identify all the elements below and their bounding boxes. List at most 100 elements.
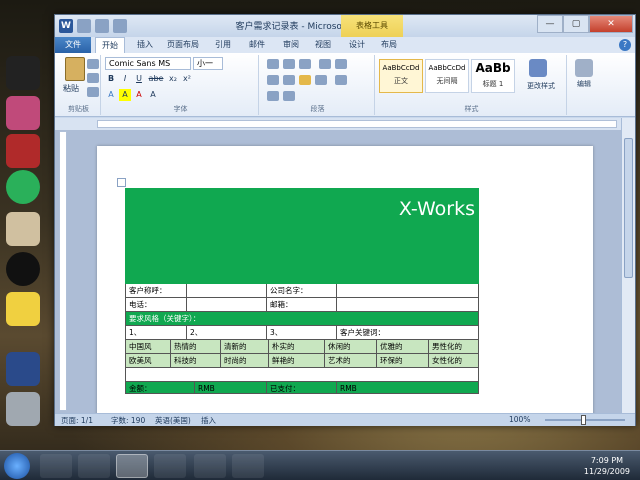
table-move-handle[interactable] xyxy=(117,178,126,187)
cut-icon[interactable] xyxy=(87,59,99,69)
tab-page-layout[interactable]: 页面布局 xyxy=(163,37,203,53)
find-icon[interactable] xyxy=(575,59,593,77)
increase-indent-icon[interactable] xyxy=(335,59,347,69)
align-left-icon[interactable] xyxy=(267,75,279,85)
undo-icon[interactable] xyxy=(95,19,109,33)
word-logo-icon[interactable]: W xyxy=(59,19,73,33)
horizontal-ruler[interactable] xyxy=(97,120,617,128)
redo-icon[interactable] xyxy=(113,19,127,33)
style-option[interactable]: 女性化的 xyxy=(429,354,479,367)
taskbar-media-player[interactable] xyxy=(40,454,72,478)
tab-mailings[interactable]: 邮件 xyxy=(243,37,271,53)
language-indicator[interactable]: 英语(美国) xyxy=(155,415,191,426)
underline-button[interactable]: U xyxy=(133,73,145,85)
paste-button[interactable]: 粘贴 xyxy=(63,83,79,94)
keyword-1[interactable]: 1、 xyxy=(125,326,187,339)
desktop-icon-photoshop[interactable] xyxy=(6,352,40,386)
style-option[interactable]: 时尚的 xyxy=(221,354,269,367)
grow-font-button[interactable]: A xyxy=(147,89,159,101)
desktop-icon-music[interactable] xyxy=(6,252,40,286)
numbering-icon[interactable] xyxy=(283,59,295,69)
strikethrough-button[interactable]: abe xyxy=(147,73,165,85)
format-painter-icon[interactable] xyxy=(87,87,99,97)
page-count[interactable]: 页面: 1/1 xyxy=(61,415,93,426)
taskbar-firefox[interactable] xyxy=(232,454,264,478)
tab-insert[interactable]: 插入 xyxy=(131,37,159,53)
style-option[interactable]: 清新的 xyxy=(221,340,269,353)
font-name-box[interactable]: Comic Sans MS xyxy=(105,57,191,70)
desktop-icon-notepad[interactable] xyxy=(6,212,40,246)
zoom-level[interactable]: 100% xyxy=(509,415,530,424)
phone-cell[interactable] xyxy=(187,298,267,311)
keyword-3[interactable]: 3、 xyxy=(267,326,337,339)
customer-name-cell[interactable] xyxy=(187,284,267,297)
style-option[interactable]: 欧美风 xyxy=(125,354,171,367)
close-button[interactable]: ✕ xyxy=(589,15,633,33)
taskbar-word[interactable] xyxy=(116,454,148,478)
desktop-icon-sticky[interactable] xyxy=(6,292,40,326)
justify-icon[interactable] xyxy=(315,75,327,85)
highlight-button[interactable]: A xyxy=(119,89,131,101)
tab-home[interactable]: 开始 xyxy=(95,37,125,53)
desktop-icon-balloon[interactable] xyxy=(6,134,40,168)
line-spacing-icon[interactable] xyxy=(335,75,347,85)
help-icon[interactable]: ? xyxy=(619,39,631,51)
style-option[interactable]: 优雅的 xyxy=(377,340,429,353)
copy-icon[interactable] xyxy=(87,73,99,83)
style-option[interactable]: 朴实的 xyxy=(269,340,325,353)
taskbar-explorer[interactable] xyxy=(154,454,186,478)
align-right-icon[interactable] xyxy=(299,75,311,85)
zoom-slider-knob[interactable] xyxy=(581,415,586,425)
italic-button[interactable]: I xyxy=(119,73,131,85)
style-heading-1[interactable]: AaBb 标题 1 xyxy=(471,59,515,93)
tab-references[interactable]: 引用 xyxy=(209,37,237,53)
start-button[interactable] xyxy=(4,453,30,479)
change-styles-button[interactable]: 更改样式 xyxy=(521,81,561,91)
save-icon[interactable] xyxy=(77,19,91,33)
email-cell[interactable] xyxy=(337,298,479,311)
keyword-2[interactable]: 2、 xyxy=(187,326,267,339)
paste-icon[interactable] xyxy=(65,57,85,81)
style-option[interactable]: 艺术的 xyxy=(325,354,377,367)
desktop-icon-chat[interactable] xyxy=(6,170,40,204)
shading-icon[interactable] xyxy=(267,91,279,101)
tab-view[interactable]: 视图 xyxy=(309,37,337,53)
vertical-scrollbar[interactable] xyxy=(621,118,635,413)
style-option[interactable]: 休闲的 xyxy=(325,340,377,353)
tab-review[interactable]: 审阅 xyxy=(277,37,305,53)
minimize-button[interactable]: — xyxy=(537,15,563,33)
style-option[interactable]: 热情的 xyxy=(171,340,221,353)
text-effects-button[interactable]: A xyxy=(105,89,117,101)
decrease-indent-icon[interactable] xyxy=(319,59,331,69)
insert-mode[interactable]: 插入 xyxy=(201,415,216,426)
system-clock[interactable]: 7:09 PM 11/29/2009 xyxy=(584,455,630,477)
tab-file[interactable]: 文件 xyxy=(55,37,91,53)
style-option[interactable]: 鲜艳的 xyxy=(269,354,325,367)
style-option[interactable]: 科技的 xyxy=(171,354,221,367)
company-name-cell[interactable] xyxy=(337,284,479,297)
taskbar-notepad[interactable] xyxy=(78,454,110,478)
superscript-button[interactable]: x² xyxy=(181,73,193,85)
font-color-button[interactable]: A xyxy=(133,89,145,101)
borders-icon[interactable] xyxy=(283,91,295,101)
style-option[interactable]: 中国风 xyxy=(125,340,171,353)
maximize-button[interactable]: ▢ xyxy=(563,15,589,33)
tab-layout[interactable]: 布局 xyxy=(375,37,403,53)
multilevel-list-icon[interactable] xyxy=(299,59,311,69)
empty-cell[interactable] xyxy=(125,368,479,381)
font-size-box[interactable]: 小一 xyxy=(193,57,223,70)
style-option[interactable]: 环保的 xyxy=(377,354,429,367)
bullets-icon[interactable] xyxy=(267,59,279,69)
word-count[interactable]: 字数: 190 xyxy=(111,415,145,426)
style-option[interactable]: 男性化的 xyxy=(429,340,479,353)
taskbar-app[interactable] xyxy=(194,454,226,478)
requirements-table[interactable]: 客户称呼： 公司名字： 电话： 邮箱： 要求风格（关键字）： 1、 2、 3、 … xyxy=(125,284,479,394)
vertical-ruler[interactable] xyxy=(59,131,67,411)
scrollbar-thumb[interactable] xyxy=(624,138,633,278)
style-normal[interactable]: AaBbCcDd 正文 xyxy=(379,59,423,93)
subscript-button[interactable]: x₂ xyxy=(167,73,179,85)
align-center-icon[interactable] xyxy=(283,75,295,85)
desktop-icon-recycle-bin[interactable] xyxy=(6,392,40,426)
desktop-icon-mask[interactable] xyxy=(6,56,40,90)
bold-button[interactable]: B xyxy=(105,73,117,85)
